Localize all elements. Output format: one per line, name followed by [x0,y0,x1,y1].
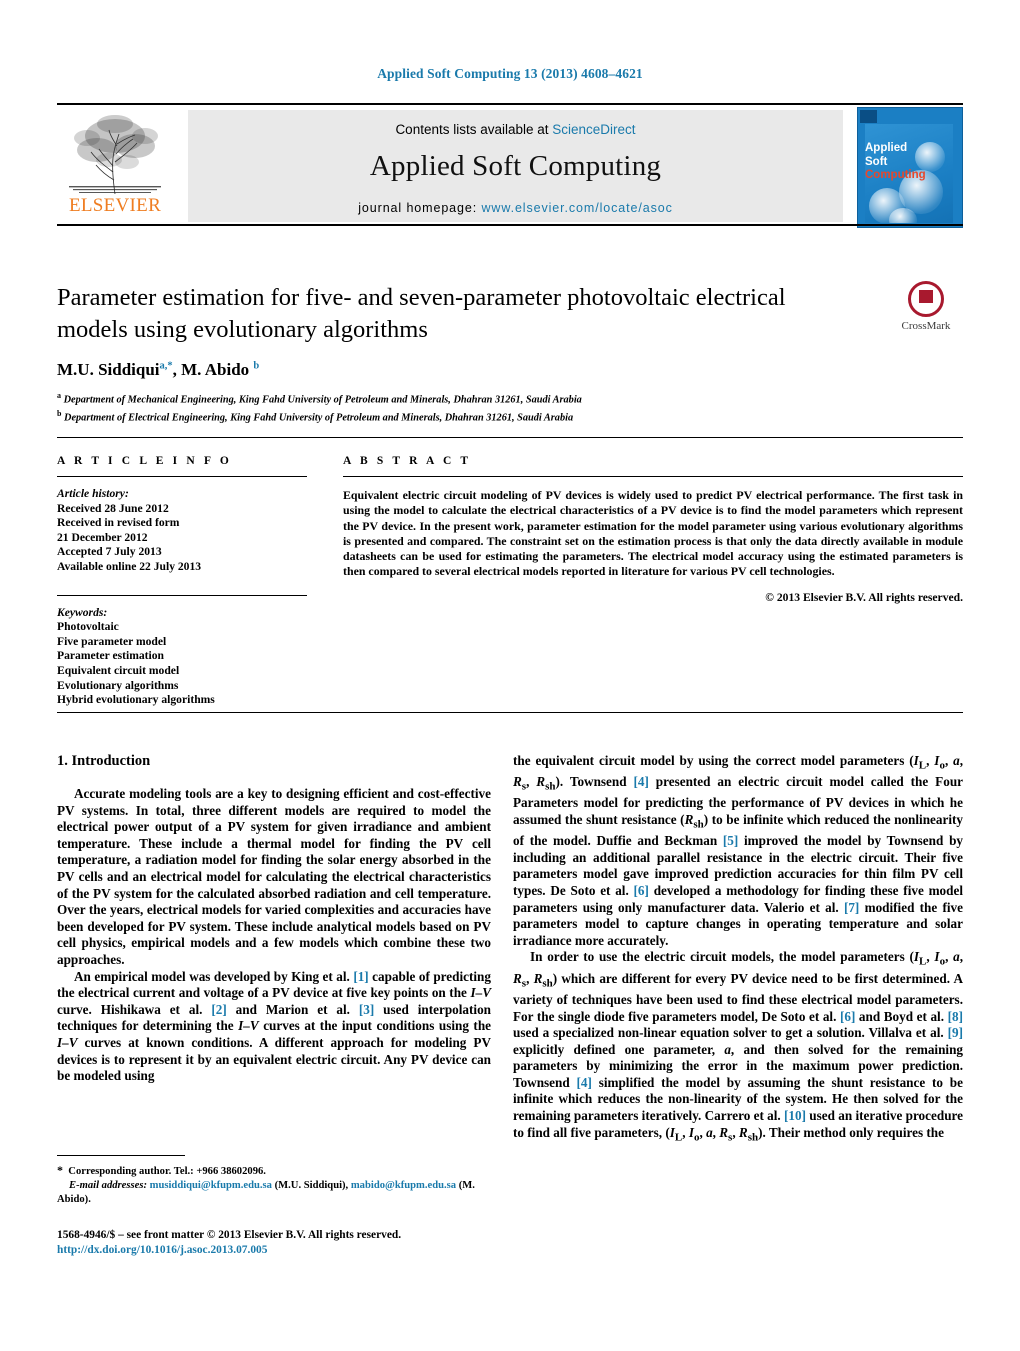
footnote-rule [57,1155,185,1156]
affiliation-a-text: Department of Mechanical Engineering, Ki… [63,394,582,406]
keywords-label: Keywords: [57,605,108,619]
elsevier-tree-icon [63,110,167,196]
journal-cover-thumbnail: Applied Soft Computing [857,107,963,228]
keywords-rule [57,594,307,596]
author-list: M.U. Siddiquia,*, M. Abido b [57,360,260,379]
journal-masthead: ELSEVIER Contents lists available at Sci… [57,103,963,228]
abstract-copyright: © 2013 Elsevier B.V. All rights reserved… [765,590,963,604]
affiliation-a: a Department of Mechanical Engineering, … [57,391,582,406]
sciencedirect-link[interactable]: ScienceDirect [552,122,635,137]
band-top-rule [57,437,963,438]
abstract-heading: A B S T R A C T [343,455,472,467]
elsevier-wordmark: ELSEVIER [68,195,162,216]
history-item: Received 28 June 2012 [57,501,169,515]
article-info-rule [57,476,307,477]
cover-line-3: Computing [865,169,926,181]
journal-homepage-line: journal homepage: www.elsevier.com/locat… [188,201,843,215]
contents-prefix: Contents lists available at [395,122,553,137]
keyword-item: Hybrid evolutionary algorithms [57,693,215,707]
email-addresses: E-mail addresses: musiddiqui@kfupm.edu.s… [57,1180,475,1206]
title-block: Parameter estimation for five- and seven… [57,282,847,425]
journal-homepage-link[interactable]: www.elsevier.com/locate/asoc [481,201,672,215]
crossmark-badge-container[interactable]: CrossMark [888,281,964,339]
journal-article-page: Applied Soft Computing 13 (2013) 4608–46… [0,0,1020,1351]
crossmark-icon [908,281,944,317]
masthead-center-panel: Contents lists available at ScienceDirec… [188,110,843,222]
imprint-block: 1568-4946/$ – see front matter © 2013 El… [57,1228,557,1258]
article-history-label: Article history: [57,487,129,500]
band-bottom-rule [57,712,963,713]
keyword-item: Photovoltaic [57,620,119,634]
issn-front-matter: 1568-4946/$ – see front matter © 2013 El… [57,1229,402,1241]
affiliation-b-text: Department of Electrical Engineering, Ki… [64,412,574,424]
cover-mini-icon [860,110,877,123]
running-head: Applied Soft Computing 13 (2013) 4608–46… [377,66,643,81]
contents-available-line: Contents lists available at ScienceDirec… [188,122,843,137]
masthead-bottom-rule [57,224,963,226]
article-history: Article history: Received 28 June 2012 R… [57,487,307,575]
abstract-column: A B S T R A C T Equivalent electric circ… [343,455,963,604]
cover-artwork: Applied Soft Computing [865,124,953,223]
paragraph: the equivalent circuit model by using th… [513,753,964,948]
paragraph: In order to use the electric circuit mod… [513,949,963,1144]
keyword-item: Evolutionary algorithms [57,678,179,692]
cover-line-2: Soft [865,155,888,168]
masthead-top-rule [57,103,963,105]
history-item: Available online 22 July 2013 [57,559,202,573]
keywords-list: Keywords: Photovoltaic Five parameter mo… [57,606,307,708]
paragraph: An empirical model was developed by King… [57,968,492,1084]
history-item: Accepted 7 July 2013 [57,545,162,559]
page-title: Parameter estimation for five- and seven… [57,284,786,343]
affiliation-b: b Department of Electrical Engineering, … [57,408,574,424]
corresponding-author-note: * Corresponding author. Tel.: +966 38602… [57,1163,266,1177]
paragraph: Accurate modeling tools are a key to des… [57,786,491,967]
keyword-item: Five parameter model [57,634,167,648]
history-item: 21 December 2012 [57,530,148,544]
article-info-heading: A R T I C L E I N F O [57,455,232,467]
footnote-block: * Corresponding author. Tel.: +966 38602… [57,1155,491,1208]
abstract-text: Equivalent electric circuit modeling of … [343,488,963,579]
keyword-item: Equivalent circuit model [57,663,180,677]
body-column-right: the equivalent circuit model by using th… [513,753,963,1146]
cover-title-text: Applied Soft Computing [865,142,953,183]
body-column-left: 1. Introduction Accurate modeling tools … [57,753,491,1085]
journal-title: Applied Soft Computing [369,150,662,182]
elsevier-logo: ELSEVIER [59,110,171,222]
cover-line-1: Applied [865,142,908,154]
article-info-column: A R T I C L E I N F O Article history: R… [57,455,307,708]
abstract-rule [343,476,963,477]
history-item: Received in revised form [57,516,180,530]
affiliations: a Department of Mechanical Engineering, … [57,389,847,425]
homepage-prefix: journal homepage: [358,201,482,215]
section-heading-introduction: 1. Introduction [57,753,151,769]
crossmark-label: CrossMark [901,320,951,332]
doi-link[interactable]: http://dx.doi.org/10.1016/j.asoc.2013.07… [57,1243,557,1258]
keyword-item: Parameter estimation [57,649,164,663]
